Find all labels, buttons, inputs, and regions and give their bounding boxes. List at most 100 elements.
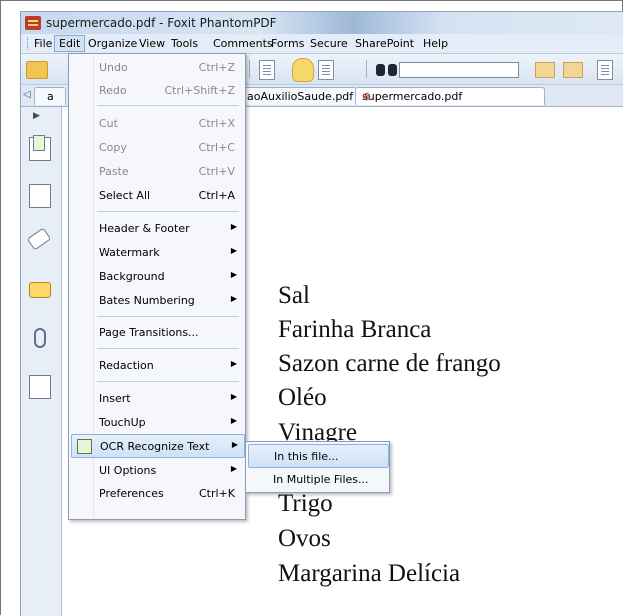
menu-separator [97,211,239,212]
menu-item-watermark[interactable]: Watermark ▶ [71,241,243,263]
menu-item-bates-numbering[interactable]: Bates Numbering ▶ [71,289,243,311]
screenshot-border-left [0,0,1,615]
menu-bar: File Edit Organize View Tools Comments F… [21,34,623,54]
menu-item-header-footer[interactable]: Header & Footer ▶ [71,217,243,239]
submenu-item-in-multiple-files[interactable]: In Multiple Files... [248,468,387,490]
menu-item-insert[interactable]: Insert ▶ [71,387,243,409]
doc-line: Farinha Branca [278,316,432,343]
ocr-icon [77,439,92,454]
menu-item-select-all[interactable]: Select All Ctrl+A [71,184,243,206]
menu-item-copy[interactable]: Copy Ctrl+C [71,136,243,158]
bookmarks-icon[interactable] [29,184,51,208]
redo-label: Redo [99,84,127,97]
pages-icon[interactable] [29,135,51,161]
navigation-panel: ▶ [21,107,62,616]
app-window: supermercado.pdf - Foxit PhantomPDF File… [20,11,623,616]
menubar-grip [27,37,30,50]
doc-line: Oléo [278,384,327,411]
toolbar-separator [249,60,250,78]
signatures-icon[interactable] [29,375,51,399]
select-text-icon[interactable] [318,60,334,80]
background-label: Background [99,270,165,283]
in-multiple-files-label: In Multiple Files... [273,473,369,486]
tab-partial[interactable]: a [34,87,66,105]
close-tab-icon[interactable]: ⊗ [362,90,528,103]
menu-item-ocr-recognize-text[interactable]: OCR Recognize Text ▶ [71,434,245,458]
doc-line: Sazon carne de frango [278,350,501,377]
menu-separator [97,105,239,106]
menu-help[interactable]: Help [423,37,448,50]
menu-item-page-transitions[interactable]: Page Transitions... [71,321,243,343]
menu-view[interactable]: View [139,37,165,50]
menu-item-preferences[interactable]: Preferences Ctrl+K [71,482,243,504]
menu-separator [97,348,239,349]
expand-panel-icon[interactable]: ▶ [33,111,40,121]
foxit-app-icon [25,16,41,30]
ocr-label: OCR Recognize Text [100,440,210,453]
tab-partial-label: a [47,90,54,103]
menu-item-redo[interactable]: Redo Ctrl+Shift+Z [71,79,243,101]
page-transitions-label: Page Transitions... [99,326,199,339]
menu-tools[interactable]: Tools [171,37,198,50]
preferences-shortcut: Ctrl+K [198,487,235,500]
ocr-submenu: In this file... In Multiple Files... [245,441,390,493]
find-binoculars-icon[interactable] [376,61,398,77]
window-title: supermercado.pdf - Foxit PhantomPDF [46,16,277,30]
copy-label: Copy [99,141,127,154]
menu-item-cut[interactable]: Cut Ctrl+X [71,112,243,134]
menu-item-background[interactable]: Background ▶ [71,265,243,287]
preferences-label: Preferences [99,487,164,500]
menu-item-touchup[interactable]: TouchUp ▶ [71,411,243,433]
search-input[interactable] [399,62,519,78]
doc-line: Trigo [278,490,333,517]
open-folder-icon[interactable] [26,61,48,79]
menu-item-ui-options[interactable]: UI Options ▶ [71,459,243,481]
menu-separator [97,381,239,382]
find-next-icon[interactable] [563,62,583,78]
watermark-label: Watermark [99,246,160,259]
menu-sharepoint[interactable]: SharePoint [355,37,414,50]
menu-organize[interactable]: Organize [88,37,137,50]
menu-item-redaction[interactable]: Redaction ▶ [71,354,243,376]
title-bar: supermercado.pdf - Foxit PhantomPDF [21,12,623,34]
menu-item-undo[interactable]: Undo Ctrl+Z [71,56,243,78]
select-all-label: Select All [99,189,151,202]
cut-label: Cut [99,117,118,130]
menu-item-paste[interactable]: Paste Ctrl+V [71,160,243,182]
submenu-arrow-icon: ▶ [230,359,237,368]
menu-secure[interactable]: Secure [310,37,348,50]
tab-scroll-left-icon[interactable]: ◁ [23,89,31,100]
attachments-icon[interactable] [34,328,46,348]
touchup-label: TouchUp [99,416,146,429]
in-this-file-label: In this file... [274,450,339,463]
menu-comments[interactable]: Comments [213,37,273,50]
hand-tool-icon[interactable] [292,58,314,82]
menu-file[interactable]: File [34,37,52,50]
page-view-icon[interactable] [259,60,275,80]
insert-label: Insert [99,392,131,405]
submenu-arrow-icon: ▶ [230,270,237,279]
menu-edit[interactable]: Edit [54,35,86,52]
submenu-arrow-icon: ▶ [230,464,237,473]
paste-shortcut: Ctrl+V [198,165,235,178]
paste-label: Paste [99,165,129,178]
doc-line: Margarina Delícia [278,560,461,587]
comments-icon[interactable] [29,282,51,298]
layers-icon[interactable] [26,227,52,251]
screenshot-border-top [0,0,623,1]
tab-supermercado[interactable]: supermercado.pdf ⊗ [355,87,545,105]
ui-options-label: UI Options [99,464,157,477]
doc-line: Sal [278,282,310,309]
edit-menu: Undo Ctrl+Z Redo Ctrl+Shift+Z Cut Ctrl+X… [68,53,246,520]
submenu-arrow-icon: ▶ [230,246,237,255]
menu-forms[interactable]: Forms [271,37,304,50]
submenu-arrow-icon: ▶ [230,294,237,303]
find-previous-icon[interactable] [535,62,555,78]
redo-shortcut: Ctrl+Shift+Z [164,84,235,97]
submenu-arrow-icon: ▶ [230,392,237,401]
submenu-item-in-this-file[interactable]: In this file... [248,444,389,468]
toolbar-separator [366,60,367,78]
copy-shortcut: Ctrl+C [198,141,235,154]
cut-shortcut: Ctrl+X [198,117,235,130]
document-properties-icon[interactable] [597,60,613,80]
